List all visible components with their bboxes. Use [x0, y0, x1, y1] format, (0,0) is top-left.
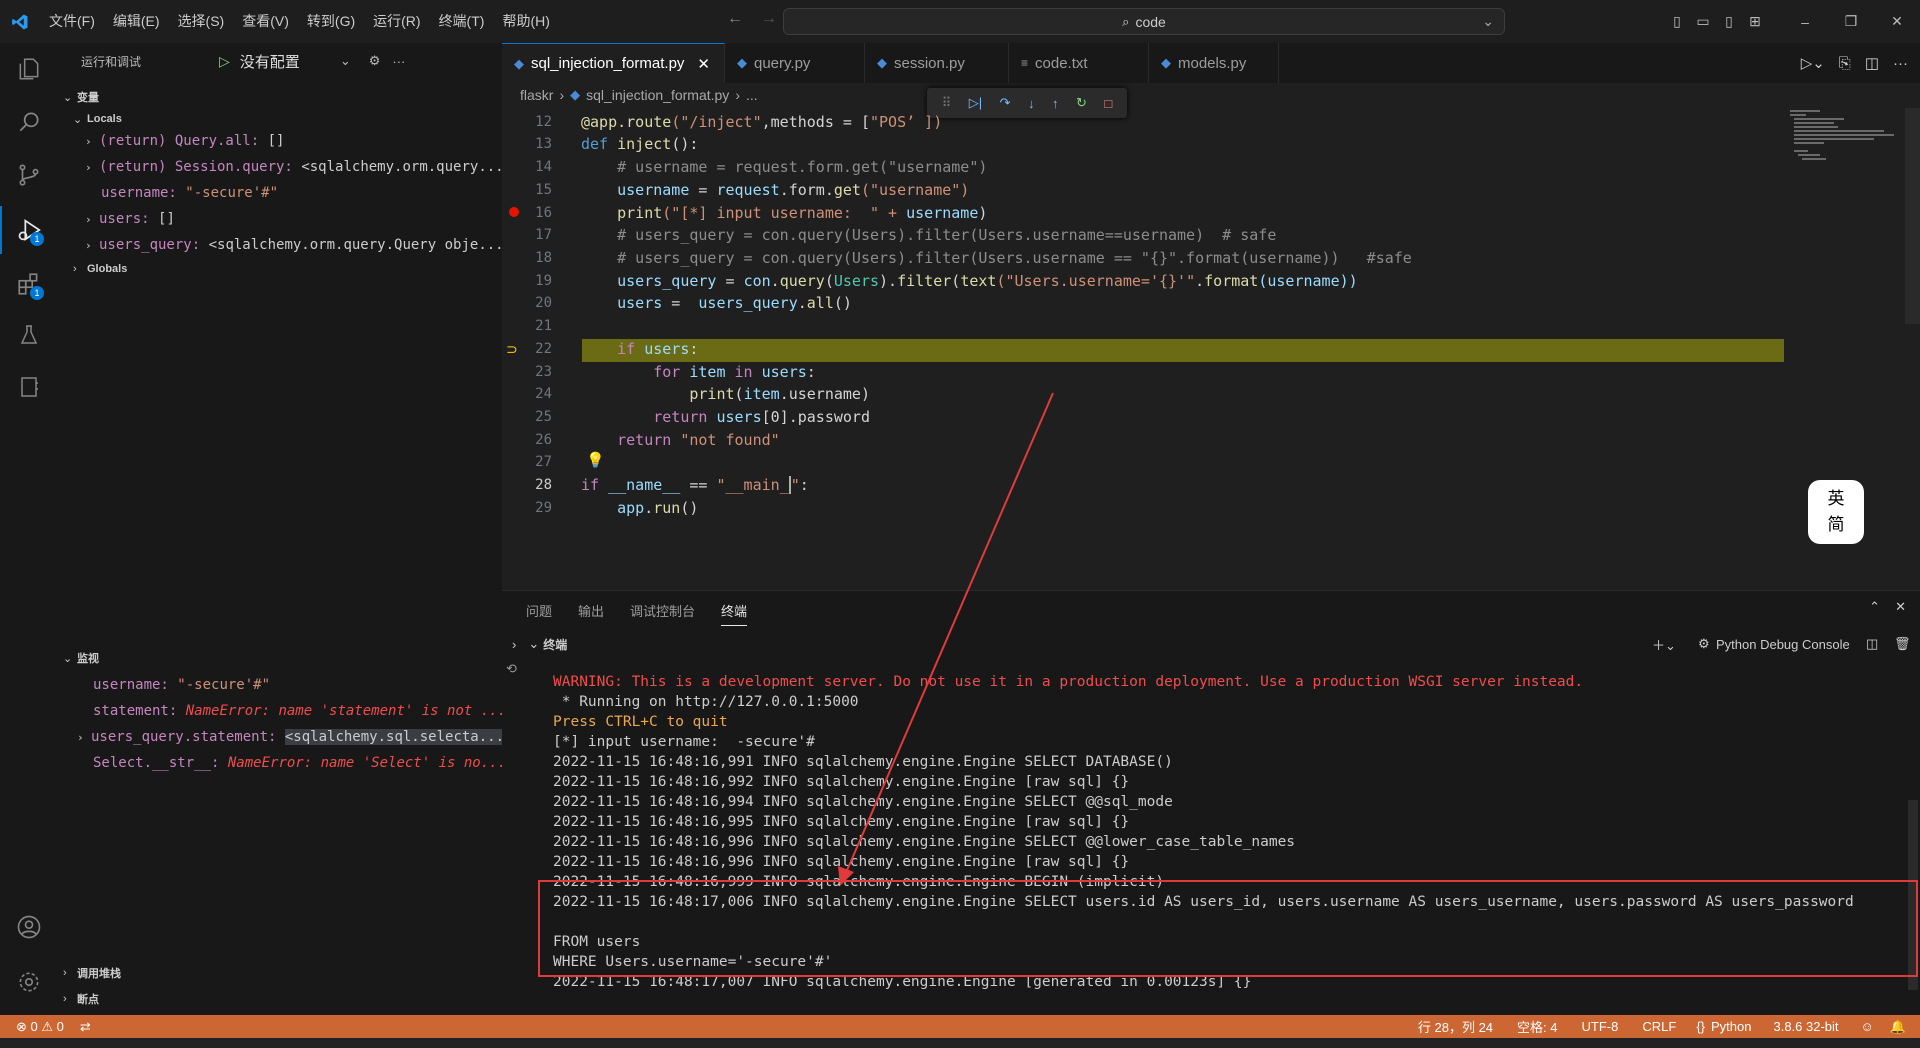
cursor-position[interactable]: 行 28，列 24 — [1418, 1017, 1493, 1036]
feedback-icon[interactable]: ☺ — [1861, 1019, 1874, 1034]
status-bar: ⊗ 0 ⚠ 0 ⇄ 行 28，列 24 空格: 4 UTF-8 CRLF {} … — [0, 1015, 1920, 1038]
problems-status[interactable]: ⊗ 0 ⚠ 0 — [16, 1019, 64, 1035]
line-endings[interactable]: CRLF — [1642, 1019, 1676, 1034]
braces-icon: {} — [1696, 1019, 1705, 1034]
taskbar-strip — [0, 1038, 1920, 1048]
encoding[interactable]: UTF-8 — [1582, 1019, 1619, 1034]
python-interpreter[interactable]: 3.8.6 32-bit — [1773, 1019, 1838, 1034]
indentation[interactable]: 空格: 4 — [1517, 1017, 1557, 1036]
language-mode[interactable]: Python — [1711, 1019, 1751, 1034]
debug-status-icon[interactable]: ⇄ — [80, 1019, 91, 1035]
notifications-icon[interactable]: 🔔 — [1890, 1019, 1906, 1035]
annotation-arrow — [838, 392, 1054, 886]
